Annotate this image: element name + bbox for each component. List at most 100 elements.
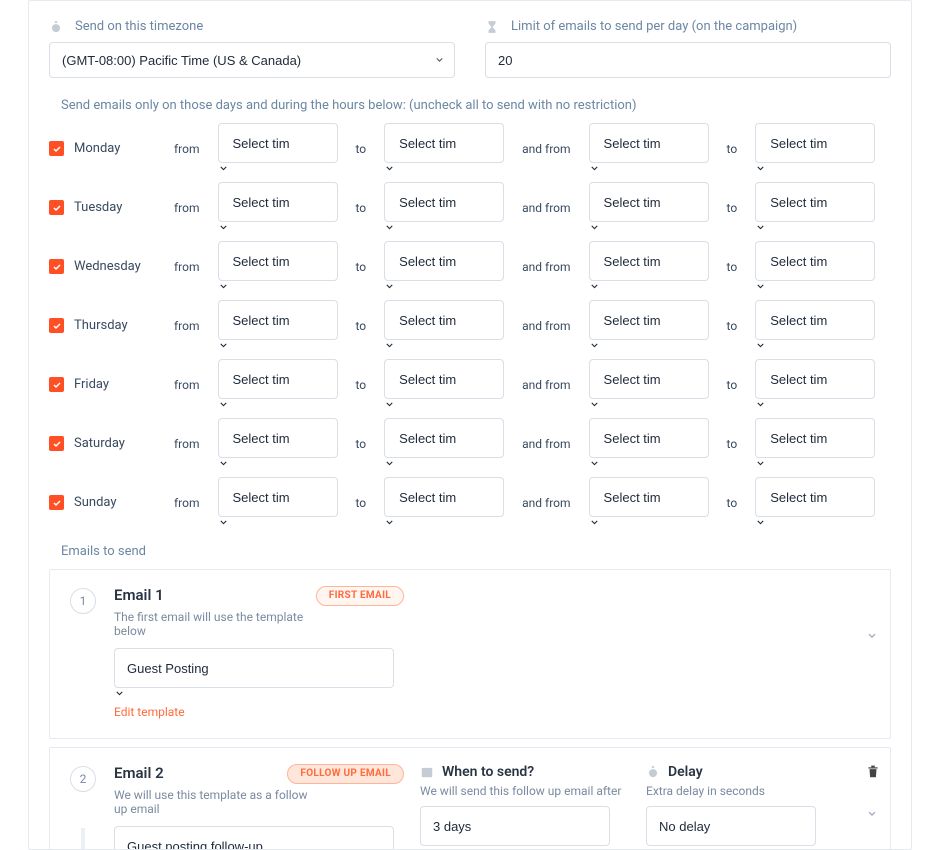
- day-checkbox[interactable]: [49, 436, 64, 451]
- to-label: to: [719, 496, 746, 510]
- and-from-label: and from: [514, 319, 578, 333]
- to-label: to: [719, 260, 746, 274]
- time-select-input[interactable]: Select tim: [755, 359, 875, 399]
- limit-input[interactable]: [485, 42, 891, 78]
- day-name: Wednesday: [74, 259, 156, 274]
- stopwatch-icon: [646, 765, 660, 779]
- time-select-input[interactable]: Select tim: [755, 418, 875, 458]
- time-select-input[interactable]: Select tim: [384, 182, 504, 222]
- limit-label-text: Limit of emails to send per day (on the …: [511, 19, 797, 34]
- from-label: from: [166, 142, 208, 156]
- chevron-down-icon: [384, 458, 504, 469]
- time-select-input[interactable]: Select tim: [589, 241, 709, 281]
- and-from-label: and from: [514, 496, 578, 510]
- time-select: Select tim: [755, 359, 875, 410]
- chevron-down-icon: [218, 340, 338, 351]
- time-select-input[interactable]: Select tim: [218, 359, 338, 399]
- day-checkbox[interactable]: [49, 141, 64, 156]
- collapse-toggle[interactable]: [866, 808, 878, 824]
- time-select-input[interactable]: Select tim: [218, 123, 338, 163]
- limit-label: Limit of emails to send per day (on the …: [485, 19, 891, 34]
- chevron-down-icon: [755, 458, 875, 469]
- time-select: Select tim: [755, 182, 875, 233]
- delete-button[interactable]: [866, 764, 880, 784]
- email-card: 2 Email 2 FOLLOW UP EMAIL We will use th…: [49, 747, 891, 850]
- and-from-label: and from: [514, 201, 578, 215]
- to-label: to: [719, 378, 746, 392]
- time-select-input[interactable]: Select tim: [755, 123, 875, 163]
- chevron-down-icon: [218, 281, 338, 292]
- time-select-input[interactable]: Select tim: [218, 241, 338, 281]
- from-label: from: [166, 496, 208, 510]
- time-select-input[interactable]: Select tim: [384, 477, 504, 517]
- time-select-input[interactable]: Select tim: [218, 418, 338, 458]
- time-select-input[interactable]: Select tim: [589, 477, 709, 517]
- collapse-toggle[interactable]: [866, 630, 878, 646]
- step-indicator: 1: [68, 586, 98, 720]
- time-select-input[interactable]: Select tim: [589, 300, 709, 340]
- template-select[interactable]: Guest posting follow-up: [114, 826, 394, 850]
- to-label: to: [719, 142, 746, 156]
- time-select-input[interactable]: Select tim: [755, 300, 875, 340]
- time-select: Select tim: [384, 241, 504, 292]
- time-select-input[interactable]: Select tim: [384, 123, 504, 163]
- time-select-input[interactable]: Select tim: [218, 300, 338, 340]
- time-select-input[interactable]: Select tim: [384, 241, 504, 281]
- day-name: Monday: [74, 141, 156, 156]
- day-checkbox[interactable]: [49, 259, 64, 274]
- timezone-select[interactable]: (GMT-08:00) Pacific Time (US & Canada): [49, 42, 455, 78]
- chevron-down-icon: [218, 458, 338, 469]
- day-checkbox[interactable]: [49, 200, 64, 215]
- time-select-input[interactable]: Select tim: [755, 182, 875, 222]
- when-to-send: When to send? We will send this follow u…: [420, 764, 630, 850]
- to-label: to: [348, 142, 375, 156]
- emails-label: Emails to send: [49, 544, 891, 559]
- time-select-input[interactable]: Select tim: [218, 182, 338, 222]
- day-row: ThursdayfromSelect timtoSelect timand fr…: [49, 300, 891, 351]
- when-select[interactable]: 3 days: [420, 806, 610, 846]
- chevron-down-icon: [218, 517, 338, 528]
- timezone-group: Send on this timezone (GMT-08:00) Pacifi…: [49, 19, 455, 78]
- edit-template-link[interactable]: Edit template: [114, 705, 185, 719]
- and-from-label: and from: [514, 437, 578, 451]
- to-label: to: [719, 319, 746, 333]
- time-select-input[interactable]: Select tim: [589, 359, 709, 399]
- chevron-down-icon: [589, 399, 709, 410]
- time-select: Select tim: [589, 359, 709, 410]
- chevron-down-icon: [384, 517, 504, 528]
- chevron-down-icon: [384, 340, 504, 351]
- day-row: MondayfromSelect timtoSelect timand from…: [49, 123, 891, 174]
- day-checkbox[interactable]: [49, 495, 64, 510]
- step-number: 1: [70, 588, 96, 614]
- chevron-down-icon: [589, 458, 709, 469]
- chevron-down-icon: [384, 281, 504, 292]
- time-select: Select tim: [589, 300, 709, 351]
- time-select-input[interactable]: Select tim: [384, 418, 504, 458]
- time-select-input[interactable]: Select tim: [755, 477, 875, 517]
- and-from-label: and from: [514, 378, 578, 392]
- day-row: SundayfromSelect timtoSelect timand from…: [49, 477, 891, 528]
- when-label: When to send?: [442, 764, 534, 780]
- time-select-input[interactable]: Select tim: [755, 241, 875, 281]
- time-select-input[interactable]: Select tim: [589, 123, 709, 163]
- time-select-input[interactable]: Select tim: [384, 300, 504, 340]
- time-select: Select tim: [218, 359, 338, 410]
- schedule-label: Send emails only on those days and durin…: [49, 98, 891, 113]
- day-row: WednesdayfromSelect timtoSelect timand f…: [49, 241, 891, 292]
- time-select-input[interactable]: Select tim: [218, 477, 338, 517]
- delay-sub: Extra delay in seconds: [646, 784, 836, 798]
- time-select-input[interactable]: Select tim: [384, 359, 504, 399]
- email-title: Email 2: [114, 764, 164, 782]
- time-select-input[interactable]: Select tim: [589, 182, 709, 222]
- email-title: Email 1: [114, 586, 164, 604]
- to-label: to: [719, 437, 746, 451]
- chevron-down-icon: [218, 399, 338, 410]
- template-select[interactable]: Guest Posting: [114, 648, 394, 688]
- chevron-down-icon: [589, 281, 709, 292]
- delay-select[interactable]: No delay: [646, 806, 816, 846]
- hourglass-icon: [485, 20, 499, 34]
- time-select-input[interactable]: Select tim: [589, 418, 709, 458]
- time-select: Select tim: [384, 123, 504, 174]
- day-checkbox[interactable]: [49, 377, 64, 392]
- day-checkbox[interactable]: [49, 318, 64, 333]
